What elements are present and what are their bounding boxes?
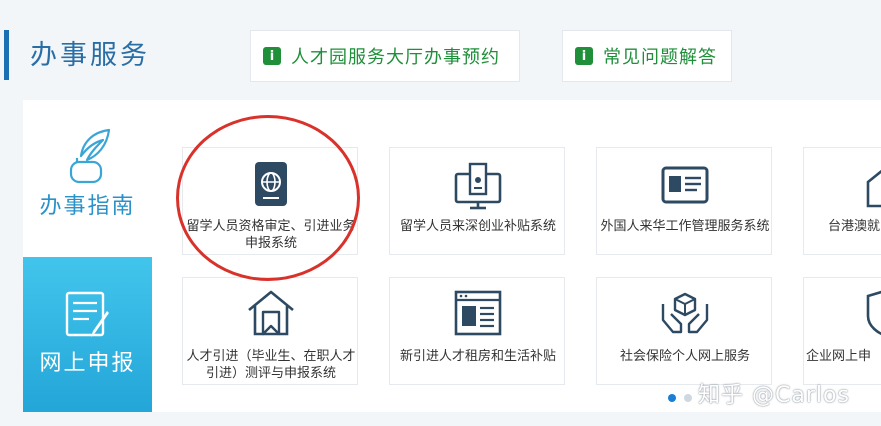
faq-link[interactable]: i 常见问题解答 <box>562 30 732 82</box>
tab-online-filing[interactable]: 网上申报 <box>23 257 152 412</box>
tab-guide-label: 办事指南 <box>39 194 136 219</box>
service-card-label: 留学人员资格审定、引进业务申报系统 <box>186 219 356 251</box>
browser-window-icon <box>454 290 502 336</box>
hands-box-icon <box>661 292 709 334</box>
title-accent-bar <box>4 30 9 80</box>
section-title: 办事服务 <box>30 40 150 71</box>
carousel-pagination <box>668 394 692 402</box>
info-icon: i <box>263 47 281 65</box>
service-card-label: 留学人员来深创业补贴系统 <box>399 219 556 234</box>
service-card-talent-introduction[interactable]: 人才引进（毕业生、在职人才引进）测评与申报系统 <box>182 277 358 385</box>
tab-online-filing-label: 网上申报 <box>39 351 136 376</box>
house-bookmark-icon <box>248 290 294 336</box>
info-icon: i <box>575 47 593 65</box>
service-card-label: 台港澳就 <box>828 219 881 234</box>
appointment-link[interactable]: i 人才园服务大厅办事预约 <box>250 30 520 82</box>
faq-link-label: 常见问题解答 <box>603 47 717 68</box>
tab-guide[interactable]: 办事指南 <box>23 100 152 257</box>
service-card-label: 社会保险个人网上服务 <box>619 349 750 364</box>
shield-icon <box>866 290 881 335</box>
monitor-certificate-icon <box>454 162 502 210</box>
watermark: 知乎 @Carlos <box>698 383 850 408</box>
service-card-label: 人才引进（毕业生、在职人才引进）测评与申报系统 <box>186 349 356 381</box>
pagination-dot-2[interactable] <box>684 394 692 402</box>
passport-globe-icon <box>255 162 287 206</box>
quill-ink-icon <box>69 128 111 184</box>
service-card-label: 企业网上申 <box>806 349 872 364</box>
document-pen-icon <box>65 291 109 337</box>
service-card-label: 外国人来华工作管理服务系统 <box>600 219 770 234</box>
service-card-overseas-qualification[interactable]: 留学人员资格审定、引进业务申报系统 <box>182 147 358 255</box>
service-card-startup-subsidy[interactable]: 留学人员来深创业补贴系统 <box>389 147 565 255</box>
service-card-foreigner-work[interactable]: 外国人来华工作管理服务系统 <box>596 147 772 255</box>
appointment-link-label: 人才园服务大厅办事预约 <box>291 47 500 68</box>
service-card-hk-macau-taiwan[interactable]: 台港澳就 <box>803 147 881 255</box>
house-icon <box>866 169 881 208</box>
pagination-dot-1[interactable] <box>668 394 676 402</box>
id-card-icon <box>661 166 709 204</box>
service-card-label: 新引进人才租房和生活补贴 <box>399 349 556 364</box>
service-card-social-insurance[interactable]: 社会保险个人网上服务 <box>596 277 772 385</box>
service-card-enterprise-filing[interactable]: 企业网上申 <box>803 277 881 385</box>
service-card-rental-subsidy[interactable]: 新引进人才租房和生活补贴 <box>389 277 565 385</box>
